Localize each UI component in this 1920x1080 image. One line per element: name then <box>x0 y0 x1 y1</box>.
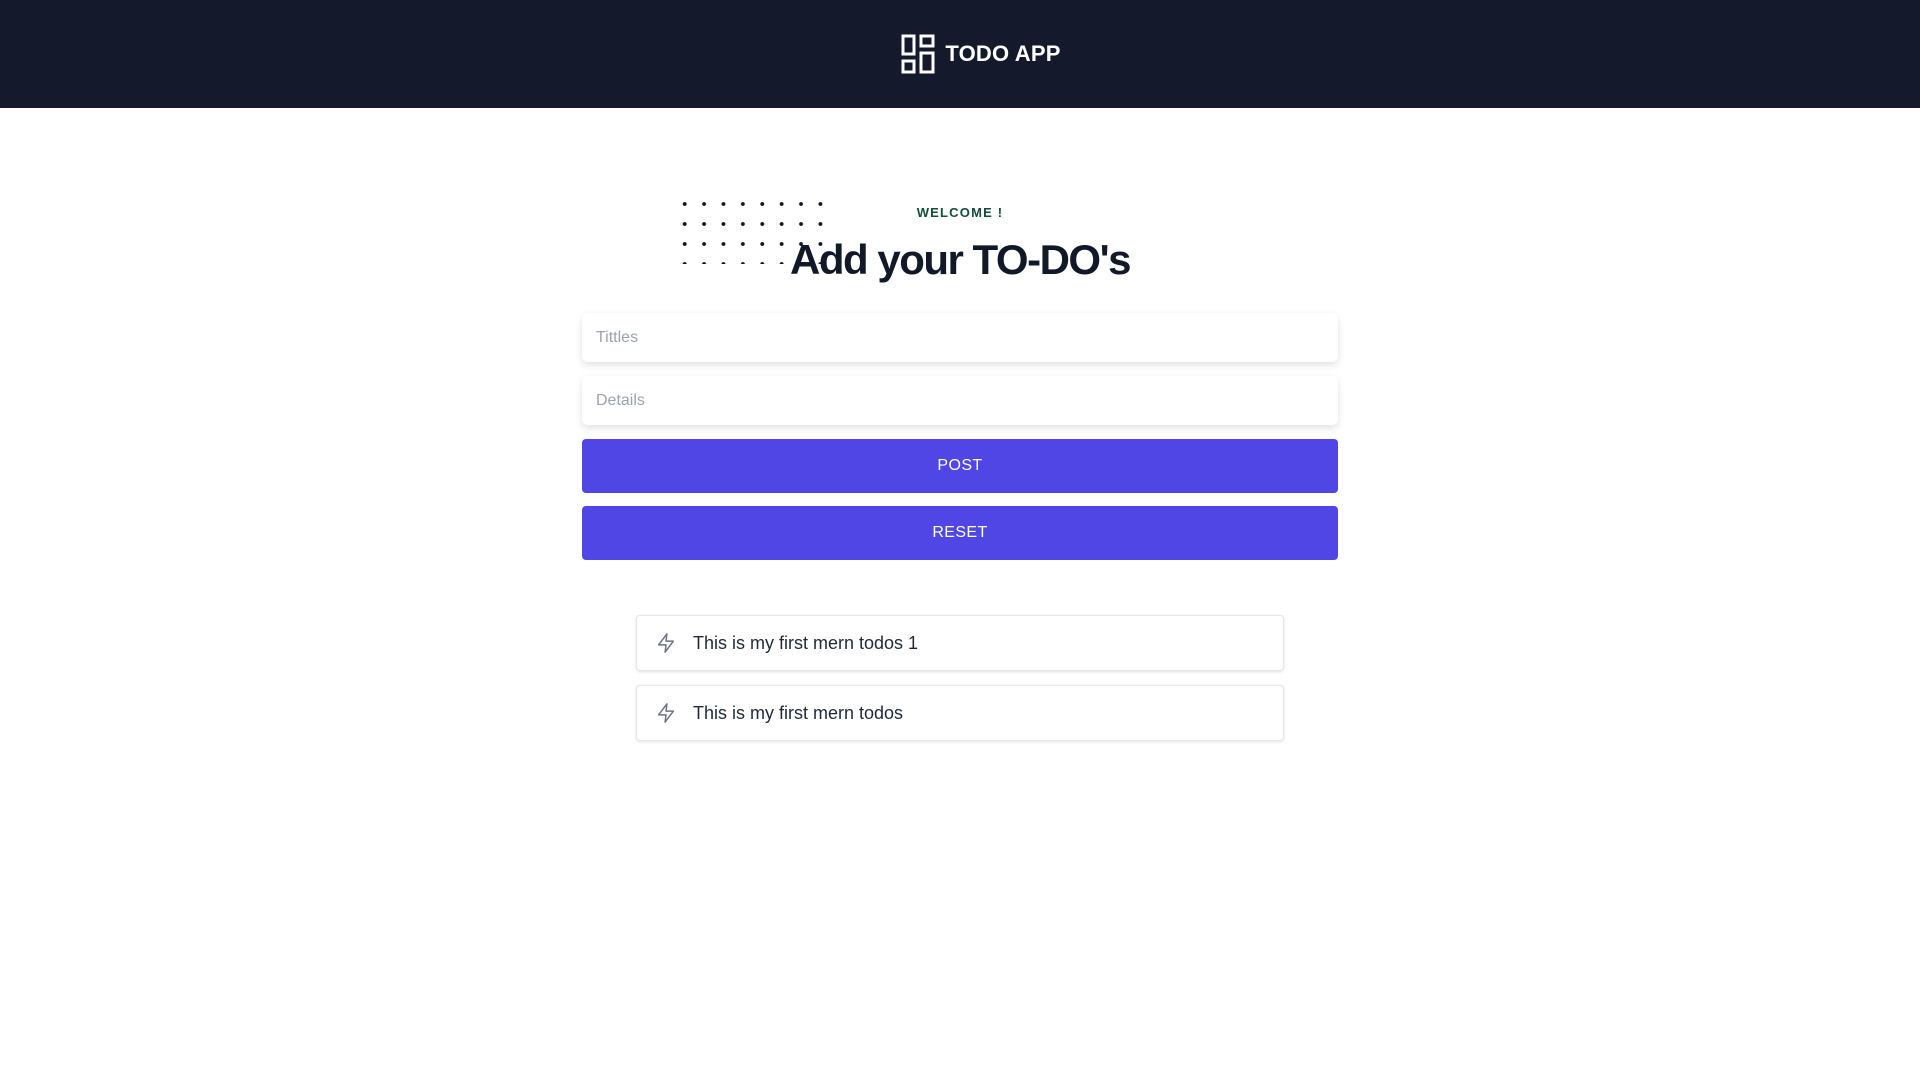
todo-form: POST RESET <box>582 313 1338 560</box>
todo-text: This is my first mern todos <box>693 702 904 723</box>
lightning-icon <box>657 633 675 653</box>
post-button[interactable]: POST <box>582 439 1338 493</box>
welcome-label: WELCOME ! <box>916 205 1004 220</box>
brand-link[interactable]: TODO APP <box>901 34 1060 74</box>
reset-button[interactable]: RESET <box>582 506 1338 560</box>
details-input[interactable] <box>582 376 1338 425</box>
todo-item[interactable]: This is my first mern todos 1 <box>636 615 1284 671</box>
todo-item[interactable]: This is my first mern todos <box>636 685 1284 741</box>
lightning-icon <box>657 703 675 723</box>
todo-list: This is my first mern todos 1 This is my… <box>636 615 1284 741</box>
title-input[interactable] <box>582 313 1338 362</box>
page-title: Add your TO-DO's <box>790 236 1131 283</box>
dashboard-layout-icon <box>901 34 935 74</box>
app-title: TODO APP <box>945 41 1061 66</box>
top-navbar: TODO APP <box>0 0 1920 108</box>
todo-text: This is my first mern todos 1 <box>693 632 919 653</box>
